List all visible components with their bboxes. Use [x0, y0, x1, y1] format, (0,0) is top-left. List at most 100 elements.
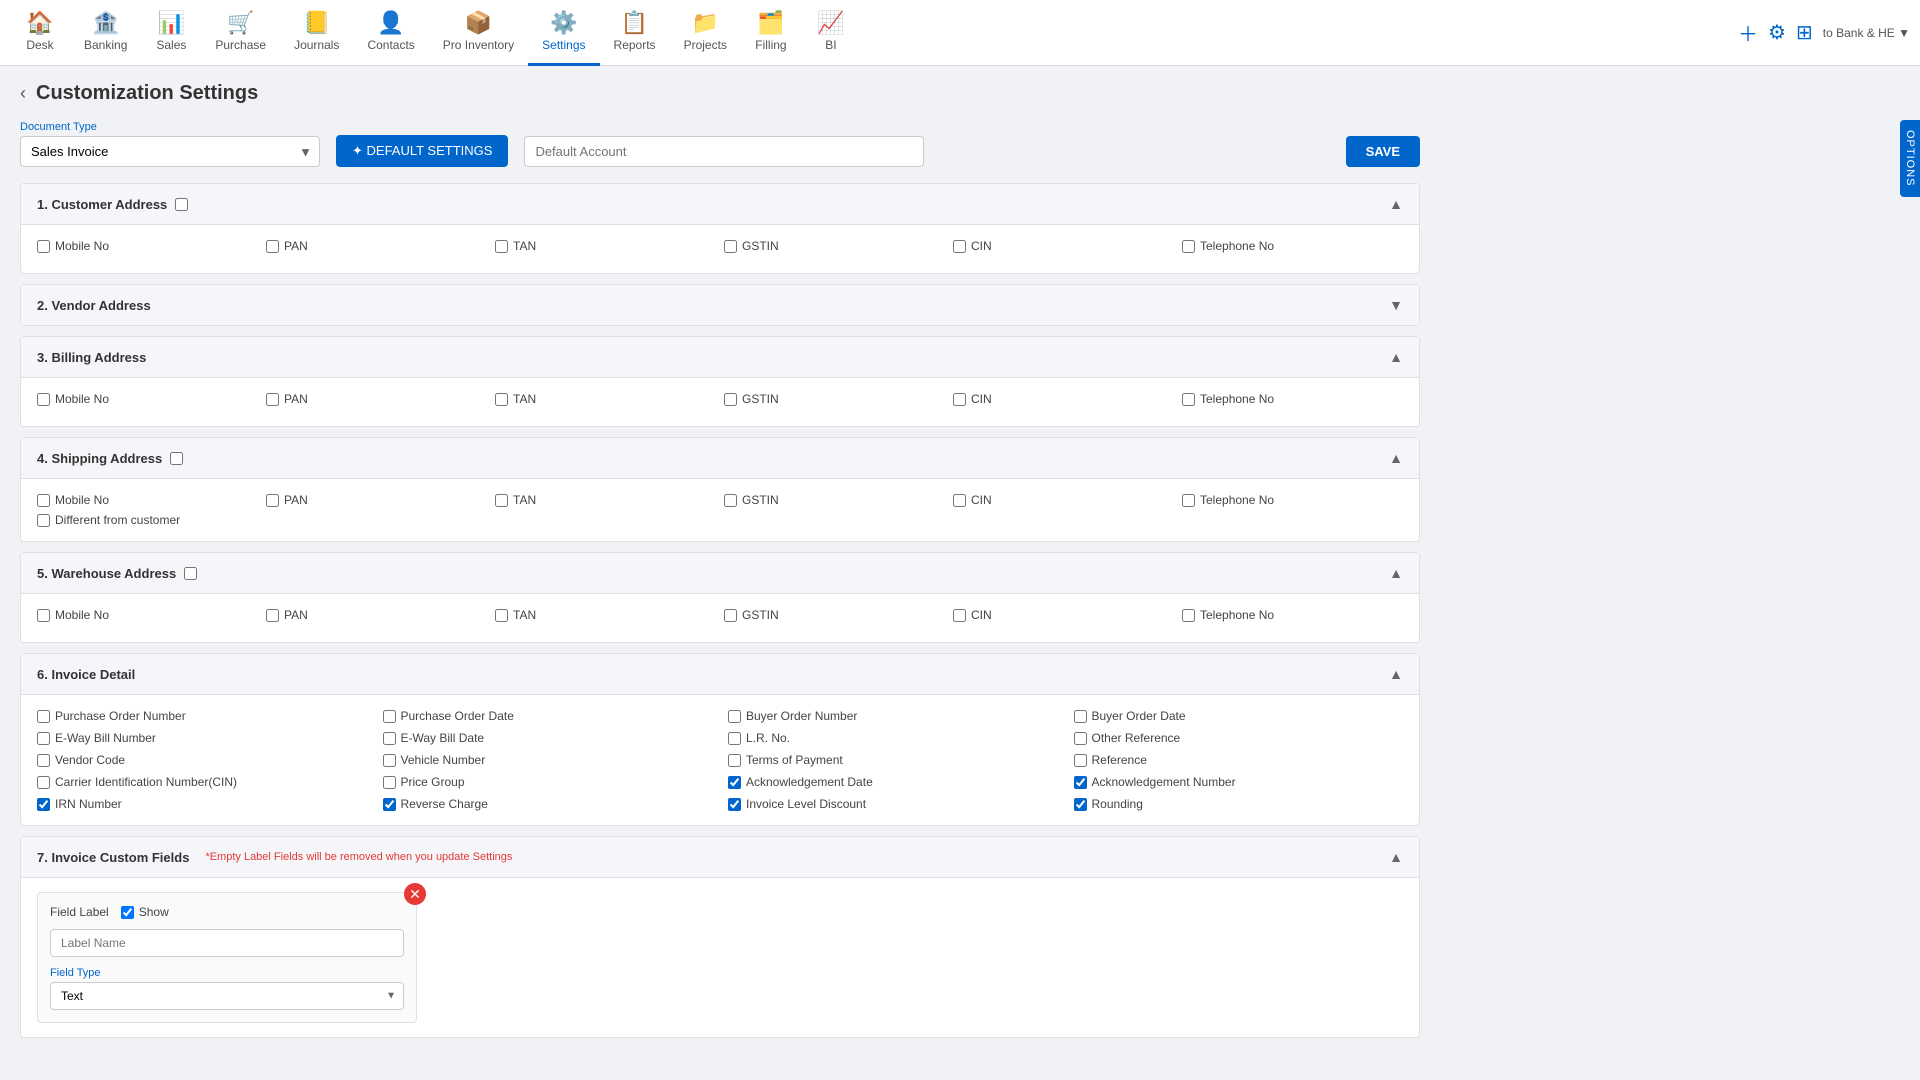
section-custom-fields-title: 7. Invoice Custom Fields *Empty Label Fi…: [37, 850, 512, 865]
field-tan-4[interactable]: TAN: [495, 493, 716, 507]
field-tan-3[interactable]: TAN: [495, 392, 716, 406]
field-mobile-no-1[interactable]: Mobile No: [37, 239, 258, 253]
nav-projects[interactable]: 📁 Projects: [670, 0, 741, 66]
field-pan-1[interactable]: PAN: [266, 239, 487, 253]
field-pan-4[interactable]: PAN: [266, 493, 487, 507]
field-cin-3[interactable]: CIN: [953, 392, 1174, 406]
show-label: Show: [139, 905, 169, 919]
nav-purchase[interactable]: 🛒 Purchase: [201, 0, 280, 66]
top-navigation: 🏠 Desk 🏦 Banking 📊 Sales 🛒 Purchase 📒 Jo…: [0, 0, 1920, 66]
field-type-label: Field Type: [50, 967, 404, 979]
field-buyer-order-number[interactable]: Buyer Order Number: [728, 709, 1058, 723]
field-type-row: Field Type Text Number Date Dropdown: [50, 967, 404, 1010]
section-shipping-address-header[interactable]: 4. Shipping Address ▲: [21, 438, 1419, 479]
field-reference[interactable]: Reference: [1074, 753, 1404, 767]
default-account-input[interactable]: [524, 136, 924, 167]
field-buyer-order-date[interactable]: Buyer Order Date: [1074, 709, 1404, 723]
settings-gear-button[interactable]: ⚙: [1768, 20, 1786, 45]
nav-desk[interactable]: 🏠 Desk: [10, 0, 70, 66]
section-customer-address-header[interactable]: 1. Customer Address ▲: [21, 184, 1419, 225]
field-carrier-id-number[interactable]: Carrier Identification Number(CIN): [37, 775, 367, 789]
field-purchase-order-number[interactable]: Purchase Order Number: [37, 709, 367, 723]
field-gstin-5[interactable]: GSTIN: [724, 608, 945, 622]
nav-settings[interactable]: ⚙️ Settings: [528, 0, 599, 66]
field-gstin-3[interactable]: GSTIN: [724, 392, 945, 406]
field-vendor-code[interactable]: Vendor Code: [37, 753, 367, 767]
field-cin-5[interactable]: CIN: [953, 608, 1174, 622]
warehouse-address-toggle-icon: ▲: [1389, 565, 1403, 581]
nav-banking[interactable]: 🏦 Banking: [70, 0, 141, 66]
field-price-group[interactable]: Price Group: [383, 775, 713, 789]
field-tan-1[interactable]: TAN: [495, 239, 716, 253]
label-name-input[interactable]: [50, 929, 404, 957]
field-telephone-no-5[interactable]: Telephone No: [1182, 608, 1403, 622]
shipping-address-toggle-icon: ▲: [1389, 450, 1403, 466]
section-vendor-address-header[interactable]: 2. Vendor Address ▼: [21, 285, 1419, 325]
field-pan-5[interactable]: PAN: [266, 608, 487, 622]
field-acknowledgement-number[interactable]: Acknowledgement Number: [1074, 775, 1404, 789]
settings-icon: ⚙️: [550, 10, 577, 36]
nav-bi[interactable]: 📈 BI: [801, 0, 861, 66]
field-vehicle-number[interactable]: Vehicle Number: [383, 753, 713, 767]
field-invoice-level-discount[interactable]: Invoice Level Discount: [728, 797, 1058, 811]
back-button[interactable]: ‹: [20, 83, 26, 104]
field-terms-of-payment[interactable]: Terms of Payment: [728, 753, 1058, 767]
field-mobile-no-4[interactable]: Mobile No: [37, 493, 258, 507]
section-billing-address-header[interactable]: 3. Billing Address ▲: [21, 337, 1419, 378]
nav-journals[interactable]: 📒 Journals: [280, 0, 353, 66]
nav-user-label[interactable]: to Bank & HE ▼: [1823, 26, 1910, 40]
field-cin-4[interactable]: CIN: [953, 493, 1174, 507]
default-settings-button[interactable]: ✦ DEFAULT SETTINGS: [336, 135, 508, 167]
section-invoice-detail-header[interactable]: 6. Invoice Detail ▲: [21, 654, 1419, 695]
field-reverse-charge[interactable]: Reverse Charge: [383, 797, 713, 811]
section-custom-fields-header[interactable]: 7. Invoice Custom Fields *Empty Label Fi…: [21, 837, 1419, 878]
nav-filling-label: Filling: [755, 38, 786, 52]
field-type-select[interactable]: Text Number Date Dropdown: [50, 982, 404, 1010]
section-vendor-address: 2. Vendor Address ▼: [20, 284, 1420, 326]
nav-contacts[interactable]: 👤 Contacts: [353, 0, 428, 66]
field-acknowledgement-date[interactable]: Acknowledgement Date: [728, 775, 1058, 789]
field-cin-1[interactable]: CIN: [953, 239, 1174, 253]
billing-address-toggle-icon: ▲: [1389, 349, 1403, 365]
section-invoice-detail: 6. Invoice Detail ▲ Purchase Order Numbe…: [20, 653, 1420, 826]
field-gstin-4[interactable]: GSTIN: [724, 493, 945, 507]
contacts-icon: 👤: [377, 10, 404, 36]
field-tan-5[interactable]: TAN: [495, 608, 716, 622]
field-eway-bill-number[interactable]: E-Way Bill Number: [37, 731, 367, 745]
show-checkbox[interactable]: [121, 906, 134, 919]
nav-reports[interactable]: 📋 Reports: [600, 0, 670, 66]
field-mobile-no-3[interactable]: Mobile No: [37, 392, 258, 406]
shipping-address-fields: Mobile No PAN TAN GSTIN CIN Telephone No: [37, 493, 1403, 507]
field-telephone-no-1[interactable]: Telephone No: [1182, 239, 1403, 253]
nav-sales[interactable]: 📊 Sales: [141, 0, 201, 66]
warehouse-address-checkbox[interactable]: [184, 567, 197, 580]
field-gstin-1[interactable]: GSTIN: [724, 239, 945, 253]
field-telephone-no-3[interactable]: Telephone No: [1182, 392, 1403, 406]
field-rounding[interactable]: Rounding: [1074, 797, 1404, 811]
field-other-reference[interactable]: Other Reference: [1074, 731, 1404, 745]
save-button[interactable]: SAVE: [1346, 136, 1420, 167]
field-eway-bill-date[interactable]: E-Way Bill Date: [383, 731, 713, 745]
field-purchase-order-date[interactable]: Purchase Order Date: [383, 709, 713, 723]
nav-filling[interactable]: 🗂️ Filling: [741, 0, 801, 66]
shipping-address-checkbox[interactable]: [170, 452, 183, 465]
section-shipping-address-title: 4. Shipping Address: [37, 451, 183, 466]
field-different-from-customer[interactable]: Different from customer: [37, 513, 1403, 527]
section-warehouse-address-header[interactable]: 5. Warehouse Address ▲: [21, 553, 1419, 594]
page-title: Customization Settings: [36, 82, 258, 105]
customer-address-checkbox[interactable]: [175, 198, 188, 211]
show-check[interactable]: Show: [121, 905, 169, 919]
field-mobile-no-5[interactable]: Mobile No: [37, 608, 258, 622]
page-content: ‹ Customization Settings Document Type S…: [0, 66, 1440, 1064]
nav-desk-label: Desk: [26, 38, 53, 52]
field-pan-3[interactable]: PAN: [266, 392, 487, 406]
nav-pro-inventory[interactable]: 📦 Pro Inventory: [429, 0, 528, 66]
grid-view-button[interactable]: ⊞: [1796, 20, 1813, 45]
add-button[interactable]: ＋: [1738, 18, 1758, 47]
field-telephone-no-4[interactable]: Telephone No: [1182, 493, 1403, 507]
options-tab[interactable]: OPTIONS: [1900, 120, 1920, 197]
custom-field-close-button[interactable]: ✕: [404, 883, 426, 905]
field-irn-number[interactable]: IRN Number: [37, 797, 367, 811]
field-lr-no[interactable]: L.R. No.: [728, 731, 1058, 745]
document-type-select[interactable]: Sales Invoice Purchase Order Credit Note: [20, 136, 320, 167]
